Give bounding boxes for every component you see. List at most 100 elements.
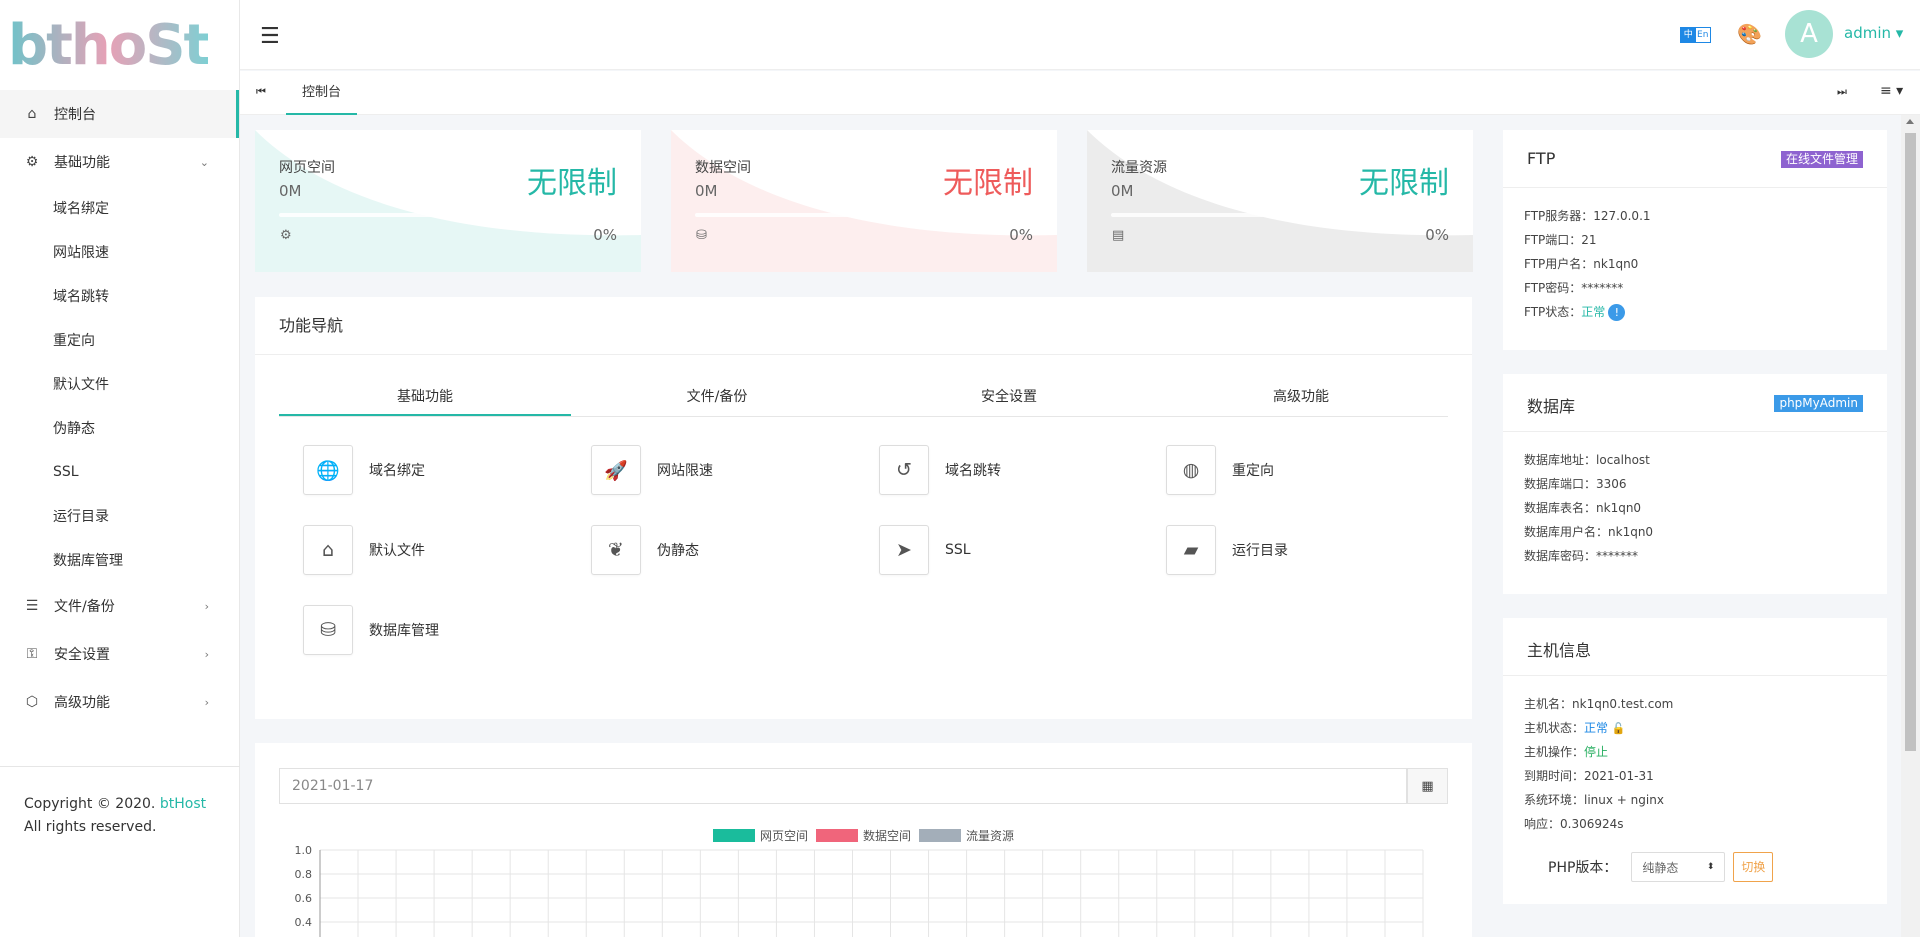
database-title: 数据库 [1527, 397, 1576, 416]
stat-percent: 0% [1425, 226, 1449, 244]
legend-swatch [712, 829, 755, 842]
sidebar-subitem-rewrite[interactable]: 伪静态 [0, 406, 239, 450]
brand-logo[interactable]: bthoSt [0, 0, 239, 90]
sidebar-subitem-redirect[interactable]: 重定向 [0, 318, 239, 362]
sidebar-subitem-domain-redirect[interactable]: 域名跳转 [0, 274, 239, 318]
db-name-label: 数据库表名： [1524, 501, 1597, 515]
feature-rewrite[interactable]: ❦ 伪静态 [591, 525, 851, 575]
feature-label: 默认文件 [369, 543, 425, 559]
sidebar-item-basic[interactable]: ⚙ 基础功能 ⌄ [0, 138, 239, 186]
sidebar-item-files[interactable]: ☰ 文件/备份 › [0, 582, 239, 630]
switch-button[interactable]: 切换 [1733, 852, 1774, 882]
feature-domain-redirect[interactable]: ↺ 域名跳转 [879, 445, 1139, 495]
sidebar-nav: ⌂ 控制台 ⚙ 基础功能 ⌄ 域名绑定 网站限速 域名跳转 重定向 默认文件 伪… [0, 90, 239, 726]
list-icon: ☰ [25, 598, 39, 614]
stat-value: 无限制 [527, 166, 617, 201]
sidebar-subitem-domain-bind[interactable]: 域名绑定 [0, 186, 239, 230]
db-name-value: nk1qn0 [1596, 501, 1642, 515]
progress-bar [695, 213, 1033, 217]
feature-domain-bind[interactable]: 🌐 域名绑定 [303, 445, 563, 495]
sidebar-item-label: 基础功能 [54, 155, 110, 171]
select-arrows-icon: ⬍ [1706, 862, 1715, 872]
language-switch-icon[interactable]: 中 En [1680, 27, 1711, 43]
feature-db-manage[interactable]: ⛁ 数据库管理 [303, 605, 563, 655]
sidebar-subitem-db-manage[interactable]: 数据库管理 [0, 538, 239, 582]
avatar[interactable]: A [1785, 10, 1833, 58]
tab-advanced[interactable]: 高级功能 [1155, 379, 1447, 416]
hamburger-menu-icon[interactable]: ☰ [260, 24, 280, 49]
db-user-label: 数据库用户名： [1524, 525, 1609, 539]
legend-item[interactable]: 数据空间 [815, 827, 911, 844]
tab-security[interactable]: 安全设置 [863, 379, 1155, 416]
sidebar-subitem-ssl[interactable]: SSL [0, 450, 239, 494]
sidebar-item-advanced[interactable]: ⬡ 高级功能 › [0, 678, 239, 726]
stat-card-web-space: 网页空间 0M 无限制 ⚙ 0% [255, 130, 641, 272]
copyright-brand-link[interactable]: btHost [160, 796, 206, 812]
sidebar-subitem-run-dir[interactable]: 运行目录 [0, 494, 239, 538]
php-version-select[interactable]: 纯静态 ⬍ [1631, 852, 1726, 882]
scroll-up-arrow-icon[interactable] [1906, 119, 1914, 124]
sidebar-subitem-default-file[interactable]: 默认文件 [0, 362, 239, 406]
palette-icon[interactable]: 🎨 [1737, 22, 1762, 46]
legend-item[interactable]: 网页空间 [712, 827, 808, 844]
ftp-pass-line: FTP密码：******* [1524, 276, 1887, 300]
sidebar-item-security[interactable]: ⚿ 安全设置 › [0, 630, 239, 678]
copyright-suffix: All rights reserved. [24, 819, 157, 835]
feature-label: 网站限速 [657, 463, 713, 479]
sidebar-item-dashboard[interactable]: ⌂ 控制台 [0, 90, 239, 138]
ftp-server-value: 127.0.0.1 [1593, 209, 1651, 223]
feature-label: 域名绑定 [369, 463, 425, 479]
feature-default-file[interactable]: ⌂ 默认文件 [303, 525, 563, 575]
server-icon: ▤ [1112, 228, 1125, 243]
legend-label: 流量资源 [966, 829, 1015, 843]
progress-bar [1111, 213, 1449, 217]
php-version-value: 纯静态 [1642, 860, 1679, 875]
lang-en: En [1697, 30, 1709, 40]
user-menu[interactable]: admin ▾ [1844, 24, 1903, 42]
host-expire-label: 到期时间： [1524, 769, 1585, 783]
feature-label: 数据库管理 [369, 623, 439, 639]
legend-label: 网页空间 [759, 829, 808, 843]
db-pass-line: 数据库密码：******* [1524, 544, 1887, 568]
tab-bar: ⏮ 控制台 ⏭ ≡ ▾ [240, 71, 1920, 115]
tab-files[interactable]: 文件/备份 [571, 379, 863, 416]
info-icon[interactable]: ! [1608, 304, 1626, 321]
feature-run-dir[interactable]: ▰ 运行目录 [1166, 525, 1426, 575]
feature-nav-title: 功能导航 [255, 297, 1472, 355]
host-stop-link[interactable]: 停止 [1584, 745, 1608, 759]
feature-ssl[interactable]: ➤ SSL [879, 525, 1139, 575]
db-port-value: 3306 [1596, 477, 1627, 491]
page-scrollbar[interactable] [1901, 115, 1920, 937]
host-env-label: 系统环境： [1524, 793, 1585, 807]
scrollbar-thumb[interactable] [1905, 133, 1916, 751]
ftp-status-label: FTP状态： [1524, 305, 1582, 319]
sidebar-subitem-rate-limit[interactable]: 网站限速 [0, 230, 239, 274]
phpmyadmin-button[interactable]: phpMyAdmin [1774, 395, 1863, 412]
db-name-line: 数据库表名：nk1qn0 [1524, 496, 1887, 520]
send-icon: ➤ [879, 525, 929, 575]
database-icon: ⛁ [303, 605, 353, 655]
stat-percent: 0% [593, 226, 617, 244]
host-status-value: 正常 [1584, 721, 1609, 735]
legend-item[interactable]: 流量资源 [919, 827, 1014, 844]
tabs-first-icon[interactable]: ⏮ [256, 85, 266, 99]
feature-rate-limit[interactable]: 🚀 网站限速 [591, 445, 851, 495]
db-host-line: 数据库地址：localhost [1524, 448, 1887, 472]
tabs-menu-icon[interactable]: ≡ ▾ [1880, 83, 1903, 99]
stat-used: 0M [1111, 182, 1134, 200]
legend-swatch [815, 829, 858, 842]
sidebar-item-label: 安全设置 [54, 647, 110, 663]
usage-chart-panel: 2021-01-17 ▦ 网页空间 数据空间 流量资源 1.0 0.8 0.6 0.4 [255, 743, 1472, 937]
online-file-manager-button[interactable]: 在线文件管理 [1780, 151, 1863, 168]
date-input[interactable]: 2021-01-17 [279, 768, 1407, 804]
host-header: 主机信息 [1503, 618, 1887, 676]
calendar-icon[interactable]: ▦ [1407, 768, 1448, 804]
feature-nav-panel: 功能导航 基础功能 文件/备份 安全设置 高级功能 🌐 域名绑定 🚀 网站限速 … [255, 297, 1472, 719]
tab-basic[interactable]: 基础功能 [279, 379, 571, 416]
host-op-label: 主机操作： [1524, 745, 1585, 759]
feature-label: 域名跳转 [945, 463, 1001, 479]
feature-redirect[interactable]: ◍ 重定向 [1166, 445, 1426, 495]
sidebar-item-label: 文件/备份 [54, 599, 115, 615]
tabs-last-icon[interactable]: ⏭ [1837, 85, 1847, 99]
tab-dashboard[interactable]: 控制台 [286, 71, 358, 115]
